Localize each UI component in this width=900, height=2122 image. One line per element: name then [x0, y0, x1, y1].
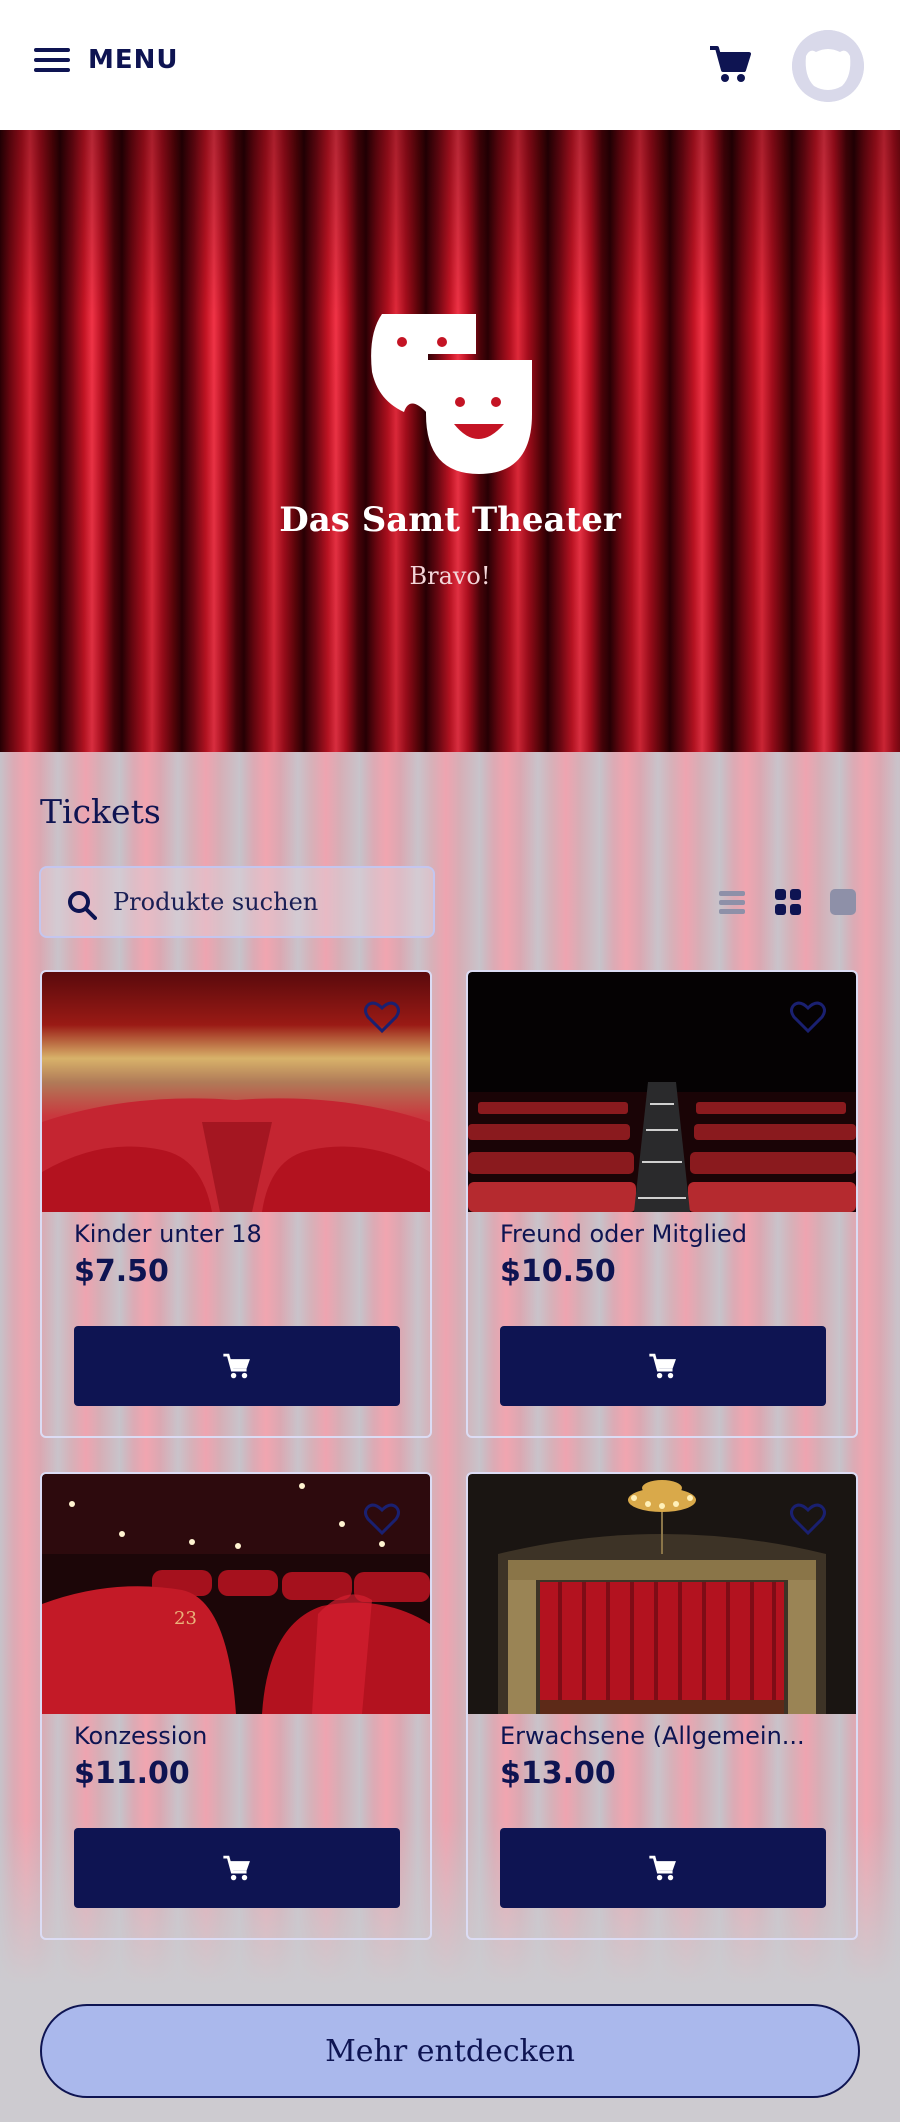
product-image[interactable]: [468, 1474, 856, 1714]
product-card[interactable]: 23 Konzession $11.00: [40, 1472, 432, 1940]
search-input[interactable]: [113, 882, 413, 922]
discover-more-button[interactable]: Mehr entdecken: [40, 2004, 860, 2098]
grid-view-toggle[interactable]: [774, 888, 802, 916]
shopping-cart-icon[interactable]: [708, 44, 752, 84]
menu-label: MENU: [88, 45, 179, 75]
hero-banner: Das Samt Theater Bravo!: [0, 130, 900, 752]
single-view-toggle[interactable]: [829, 888, 857, 916]
products-section: Tickets Produkte suchen Kinder unter 18 …: [0, 752, 900, 2122]
cart-icon: [223, 1855, 250, 1881]
product-image[interactable]: 23: [42, 1474, 430, 1714]
theater-tagline: Bravo!: [409, 562, 491, 590]
menu-button[interactable]: MENU: [34, 45, 179, 75]
list-view-icon: [719, 891, 745, 914]
theater-masks-icon: [371, 314, 532, 474]
product-name[interactable]: Kinder unter 18: [74, 1220, 262, 1248]
product-name[interactable]: Freund oder Mitglied: [500, 1220, 747, 1248]
add-to-cart-button[interactable]: [74, 1326, 400, 1406]
product-price: $11.00: [74, 1756, 190, 1791]
list-view-toggle[interactable]: [718, 888, 746, 916]
product-price: $10.50: [500, 1254, 616, 1289]
theater-name: Das Samt Theater: [279, 500, 621, 540]
cart-icon: [649, 1855, 676, 1881]
product-price: $13.00: [500, 1756, 616, 1791]
favorite-heart-icon[interactable]: [790, 1000, 826, 1034]
product-image[interactable]: [42, 972, 430, 1212]
product-card[interactable]: Freund oder Mitglied $10.50: [466, 970, 858, 1438]
add-to-cart-button[interactable]: [500, 1828, 826, 1908]
favorite-heart-icon[interactable]: [790, 1502, 826, 1536]
product-image[interactable]: [468, 972, 856, 1212]
add-to-cart-button[interactable]: [500, 1326, 826, 1406]
product-name[interactable]: Konzession: [74, 1722, 207, 1750]
single-view-icon: [830, 889, 856, 915]
product-card[interactable]: Erwachsene (Allgemein... $13.00: [466, 1472, 858, 1940]
grid-view-icon: [775, 889, 801, 915]
section-title: Tickets: [40, 792, 161, 831]
top-navigation-bar: MENU: [0, 0, 900, 130]
search-icon: [68, 891, 97, 920]
favorite-heart-icon[interactable]: [364, 1502, 400, 1536]
cart-icon: [223, 1353, 250, 1379]
cart-icon: [649, 1353, 676, 1379]
search-box[interactable]: [39, 866, 435, 938]
product-card[interactable]: Kinder unter 18 $7.50: [40, 970, 432, 1438]
user-avatar[interactable]: [792, 30, 864, 102]
add-to-cart-button[interactable]: [74, 1828, 400, 1908]
product-price: $7.50: [74, 1254, 169, 1289]
bear-avatar-icon: [792, 30, 864, 102]
product-name[interactable]: Erwachsene (Allgemein...: [500, 1722, 805, 1750]
svg-text:23: 23: [174, 1608, 197, 1629]
hamburger-menu-icon: [34, 45, 70, 75]
favorite-heart-icon[interactable]: [364, 1000, 400, 1034]
